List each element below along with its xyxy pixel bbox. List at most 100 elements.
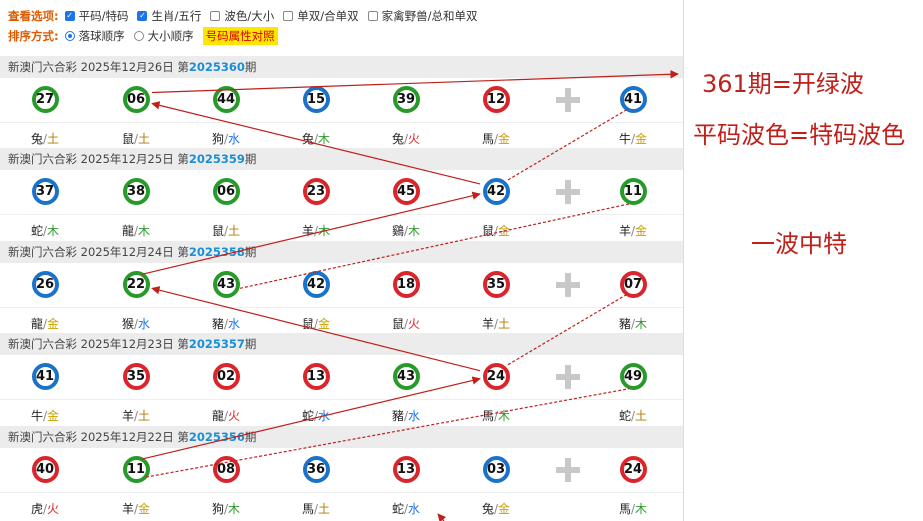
draw-header: 新澳门六合彩 2025年12月26日 第2025360期 [0,56,683,78]
draw-date: 新澳门六合彩 2025年12月24日 第 [8,244,189,259]
zodiac-label: 羊 [121,501,134,516]
draw-date: 新澳门六合彩 2025年12月26日 第 [8,60,189,74]
number-ball: 39 [392,86,420,113]
sort-option-0[interactable]: 落球顺序 [64,28,125,44]
zodiac-label: 羊 [301,224,314,239]
element-label: 火 [228,409,241,424]
element-label: 火 [47,501,60,516]
zodiac-element: 羊/金 [116,500,156,517]
plus-icon [556,272,580,297]
zodiac-element: 羊/木 [296,222,336,239]
row-divider [0,122,683,123]
draw-issue-number: 2025359 [188,152,245,167]
draw-issue-suffix: 期 [244,152,257,167]
view-option-4[interactable]: 家禽野兽/总和单双 [367,8,477,24]
special-number-ball: 24 [619,455,647,483]
zodiac-element: 牛/金 [613,130,653,147]
number-ball: 35 [122,363,150,391]
zodiac-element: 豬/木 [613,315,653,332]
element-label: 水 [228,132,241,146]
number-ball: 26 [31,270,59,298]
checkbox-icon[interactable]: ✓ [64,11,75,21]
zodiac-label: 鼠 [121,132,134,146]
checkbox-icon[interactable] [367,11,378,21]
number-ball: 13 [392,455,420,483]
zodiac-label: 牛 [618,132,631,146]
zodiac-label: 鼠 [301,316,314,331]
element-label: 金 [498,132,511,146]
view-option-1[interactable]: ✓ 生肖/五行 [137,8,201,24]
number-ball: 22 [122,270,150,298]
zodiac-element: 鼠/火 [386,315,426,332]
zodiac-element: 蛇/水 [296,407,336,424]
number-ball: 11 [122,455,150,483]
zodiac-label: 龍 [121,224,134,239]
draw-issue-number: 2025357 [188,337,245,352]
draw-block: 新澳门六合彩 2025年12月22日 第2025356期 40 虎/火 11 羊/金 08… [0,425,683,518]
number-ball: 06 [122,86,150,113]
zodiac-element: 鼠/土 [116,130,156,147]
element-label: 火 [408,316,421,331]
annotation-note-one-wave: 一波中特 [751,230,847,258]
element-label: 木 [318,132,331,146]
zodiac-label: 馬 [481,409,494,424]
view-option-0[interactable]: ✓ 平码/特码 [64,8,128,24]
checkbox-icon[interactable]: ✓ [137,11,148,21]
draw-block: 新澳门六合彩 2025年12月25日 第2025359期 37 蛇/木 38 龍/木 06… [0,148,683,240]
zodiac-element: 馬/土 [296,500,336,517]
checkbox-icon[interactable] [283,11,294,21]
row-divider [0,399,683,401]
draw-header: 新澳门六合彩 2025年12月24日 第2025358期 [0,240,683,263]
zodiac-label: 馬 [618,501,631,516]
view-option-label: 波色/大小 [224,9,275,23]
draw-date: 新澳门六合彩 2025年12月22日 第 [8,429,189,444]
zodiac-element: 羊/土 [476,315,516,332]
attribute-reference-button[interactable]: 号码属性对照 [202,27,278,45]
view-option-label: 生肖/五行 [151,9,202,23]
element-label: 金 [138,501,151,516]
view-option-3[interactable]: 单双/合单双 [283,8,359,24]
zodiac-element: 馬/木 [613,500,653,517]
checkbox-icon[interactable] [210,11,221,21]
zodiac-label: 鼠 [481,224,494,239]
sort-option-1[interactable]: 大小顺序 [133,28,194,44]
element-label: 土 [318,501,331,516]
zodiac-label: 豬 [391,409,404,424]
zodiac-label: 狗 [211,501,224,516]
zodiac-label: 豬 [211,316,224,331]
zodiac-element: 兔/木 [296,130,336,147]
element-label: 金 [47,409,60,424]
view-options-row: 查看选项: ✓ 平码/特码 ✓ 生肖/五行 波色/大小 单双/合单双 家禽野兽/总和单双 [8,6,486,26]
number-ball: 03 [482,455,510,483]
sort-option-label: 落球顺序 [78,29,125,43]
radio-icon[interactable] [133,31,144,41]
element-label: 木 [318,224,331,239]
zodiac-element: 鷄/木 [386,222,426,239]
draw-issue-suffix: 期 [244,337,257,352]
radio-icon[interactable] [64,31,75,41]
element-label: 土 [138,132,151,146]
view-option-2[interactable]: 波色/大小 [210,8,274,24]
draw-date: 新澳门六合彩 2025年12月23日 第 [8,337,189,352]
number-ball: 35 [482,270,510,298]
row-divider [0,491,683,493]
zodiac-element: 龍/木 [116,222,156,239]
zodiac-label: 兔 [301,132,314,146]
zodiac-element: 蛇/土 [613,407,653,424]
element-label: 土 [47,132,60,146]
draw-block: 新澳门六合彩 2025年12月26日 第2025360期 27 兔/土 06 鼠/土 44… [0,56,683,148]
results-panel: 查看选项: ✓ 平码/特码 ✓ 生肖/五行 波色/大小 单双/合单双 家禽野兽/总和单双 排… [0,0,684,521]
zodiac-element: 龍/火 [206,407,246,424]
zodiac-label: 兔 [481,501,494,516]
row-divider [0,214,683,216]
zodiac-label: 蛇 [30,224,43,239]
number-ball: 02 [212,363,240,391]
zodiac-label: 鼠 [391,316,404,331]
number-ball: 08 [212,455,240,483]
zodiac-label: 龍 [30,316,43,331]
zodiac-element: 羊/土 [116,407,156,424]
zodiac-element: 豬/水 [206,315,246,332]
number-ball: 06 [212,178,240,206]
zodiac-element: 蛇/水 [386,500,426,517]
zodiac-label: 馬 [481,132,494,146]
